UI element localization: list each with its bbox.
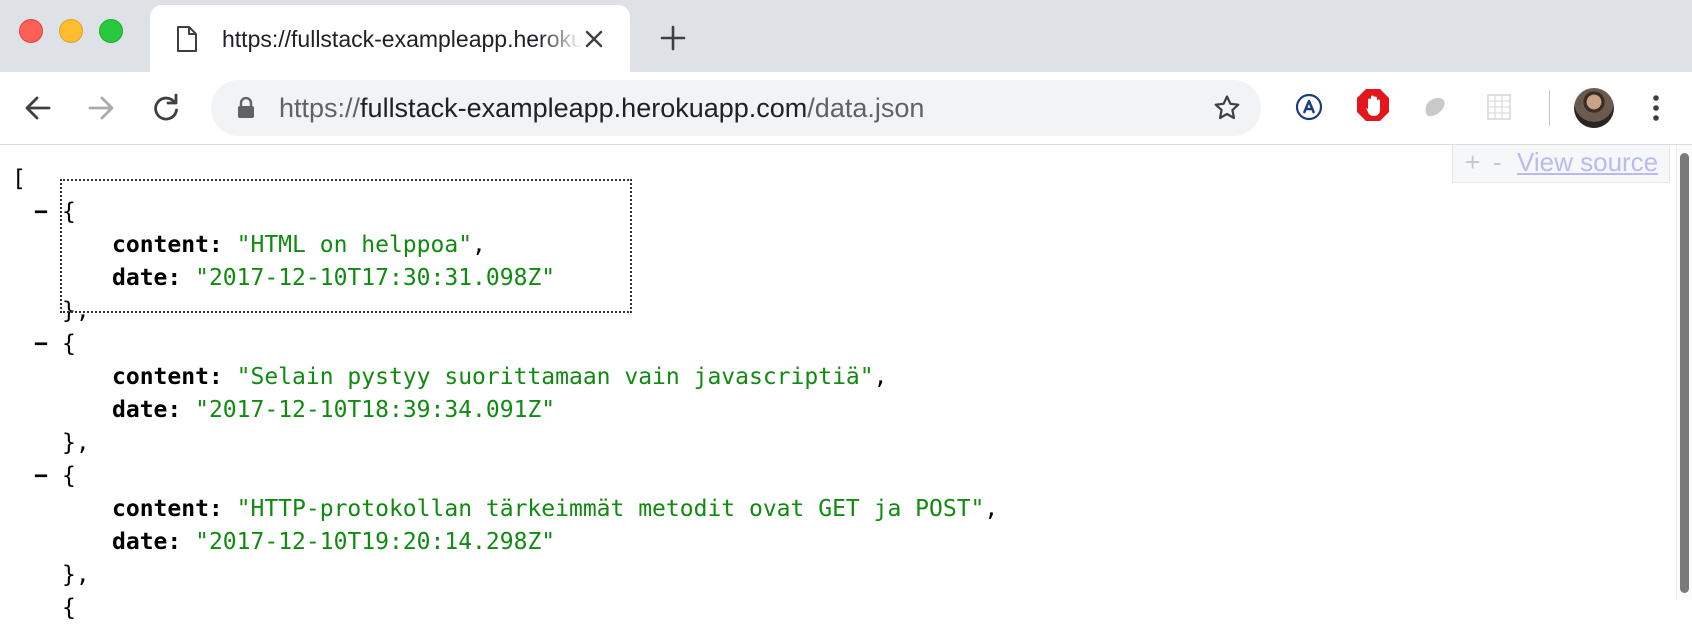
json-field-content: content: "HTTP-protokollan tärkeimmät me… [112, 496, 999, 522]
menu-kebab-icon[interactable] [1650, 94, 1662, 127]
collapse-toggle[interactable]: − [34, 196, 48, 229]
translate-extension-icon[interactable] [1294, 92, 1324, 127]
window-close-button[interactable] [19, 19, 43, 43]
browser-toolbar: https://fullstack-exampleapp.herokuapp.c… [0, 72, 1692, 145]
json-object-close: }, [62, 430, 90, 456]
json-key: content: [112, 496, 223, 522]
url-scheme: https:// [279, 93, 361, 123]
page-content: + - View source [ −{ content: "HTML on h… [0, 145, 1692, 621]
json-key: date: [112, 265, 182, 291]
close-icon[interactable] [584, 29, 604, 54]
json-string-value: "2017-12-10T18:39:34.091Z" [195, 397, 556, 423]
profile-avatar[interactable] [1574, 88, 1614, 128]
json-key: date: [112, 397, 182, 423]
expand-all-button[interactable]: + [1465, 147, 1480, 178]
window-minimize-button[interactable] [59, 19, 83, 43]
collapse-toggle[interactable]: − [34, 328, 48, 361]
json-field-date: date: "2017-12-10T18:39:34.091Z" [12, 394, 555, 427]
collapse-toggle[interactable]: − [34, 460, 48, 493]
toolbar-separator [1549, 90, 1550, 126]
reload-icon[interactable] [150, 92, 182, 129]
forward-arrow-icon[interactable] [85, 92, 117, 129]
json-string-value: "HTTP-protokollan tärkeimmät metodit ova… [236, 496, 985, 522]
json-key: date: [112, 529, 182, 555]
json-viewer-toolbar: + - View source [1452, 145, 1670, 183]
url-text[interactable]: https://fullstack-exampleapp.herokuapp.c… [279, 93, 924, 123]
json-field-date: date: "2017-12-10T17:30:31.098Z" [12, 262, 555, 295]
json-string-value: "2017-12-10T19:20:14.298Z" [195, 529, 556, 555]
address-bar[interactable]: https://fullstack-exampleapp.herokuapp.c… [211, 80, 1261, 136]
document-icon [176, 26, 198, 57]
url-path: /data.json [807, 93, 925, 123]
scrollbar-thumb[interactable] [1680, 153, 1689, 593]
json-field-content: content: "Selain pystyy suorittamaan vai… [112, 364, 888, 390]
json-key: content: [112, 232, 223, 258]
tab-strip: https://fullstack-exampleapp.herokuapp.c… [0, 0, 1692, 72]
json-open-bracket: [ [12, 166, 26, 192]
active-tab[interactable]: https://fullstack-exampleapp.herokuapp.c… [150, 5, 630, 72]
adblock-extension-icon[interactable] [1356, 88, 1390, 127]
json-object-open: −{ [12, 460, 76, 493]
bookmark-star-icon[interactable] [1213, 94, 1241, 127]
json-object-close: }, [62, 562, 90, 588]
json-string-value: "HTML on helppoa" [236, 232, 473, 258]
json-object-open: −{ [12, 328, 76, 361]
lock-icon[interactable] [237, 96, 255, 124]
url-host: fullstack-exampleapp.herokuapp.com [360, 93, 808, 123]
view-source-link[interactable]: View source [1517, 147, 1658, 178]
back-arrow-icon[interactable] [22, 92, 54, 129]
json-string-value: "2017-12-10T17:30:31.098Z" [195, 265, 556, 291]
collapse-all-button[interactable]: - [1493, 147, 1502, 178]
vertical-scrollbar[interactable] [1676, 145, 1692, 600]
json-tree: [ −{ content: "HTML on helppoa", date: "… [12, 163, 999, 625]
tab-title: https://fullstack-exampleapp.herokuapp.c… [222, 26, 582, 52]
json-object-open: −{ [12, 196, 76, 229]
json-string-value: "Selain pystyy suorittamaan vain javascr… [236, 364, 874, 390]
json-key: content: [112, 364, 223, 390]
json-field-date: date: "2017-12-10T19:20:14.298Z" [12, 526, 555, 559]
grid-extension-icon[interactable] [1485, 90, 1515, 127]
window-zoom-button[interactable] [99, 19, 123, 43]
json-field-content: content: "HTML on helppoa", [112, 232, 486, 258]
json-object-close: }, [62, 298, 90, 324]
gray-blob-extension-icon[interactable] [1422, 94, 1448, 125]
new-tab-plus-icon[interactable] [660, 25, 686, 56]
json-object-open-partial: { [62, 595, 76, 621]
